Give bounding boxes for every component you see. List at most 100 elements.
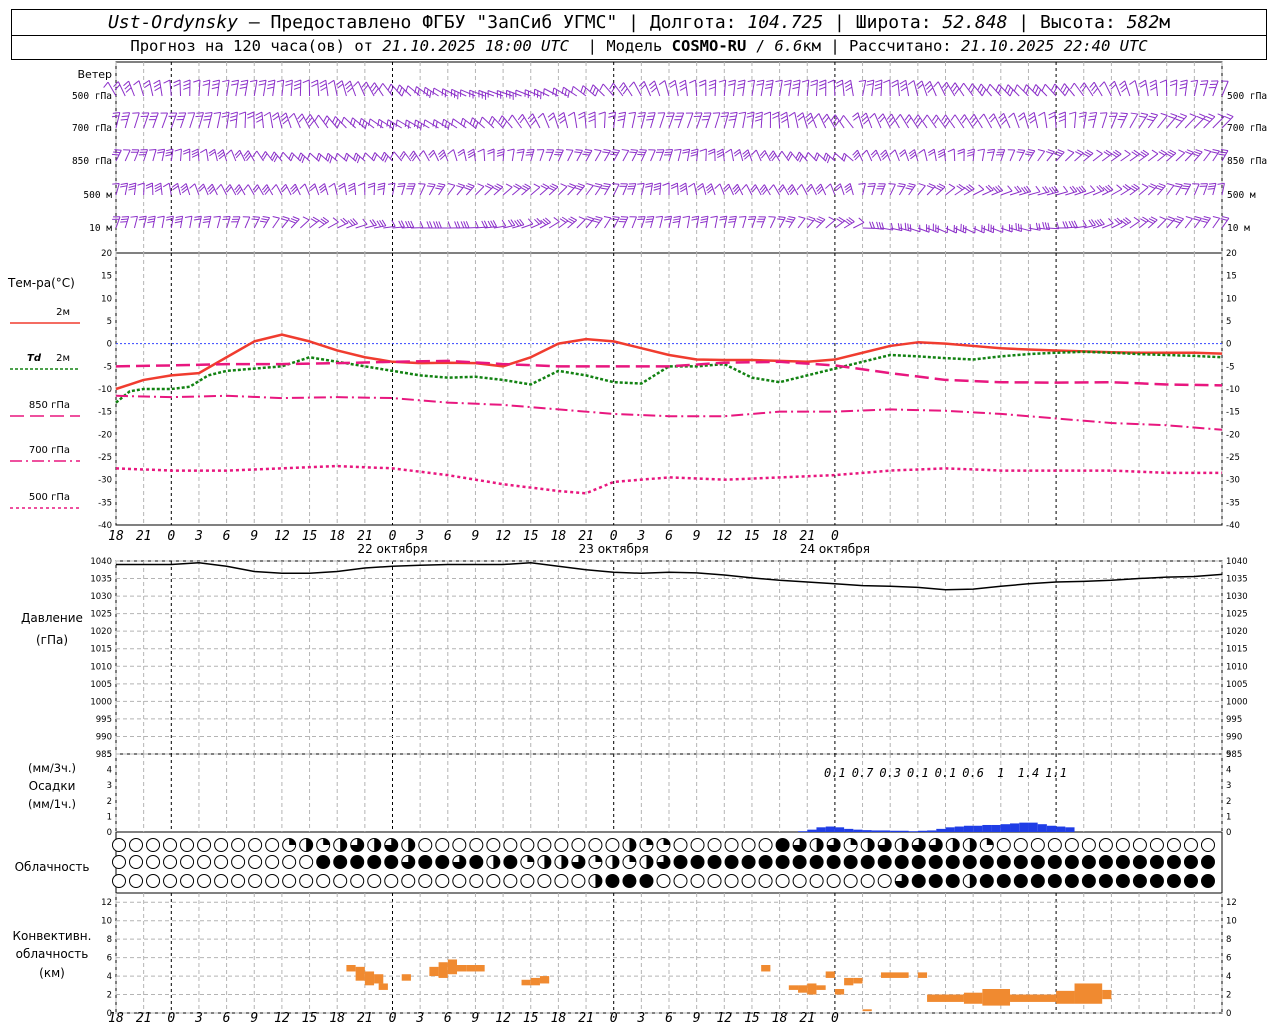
wind-barb-feather [456, 185, 464, 189]
cloud-circle [265, 855, 280, 869]
wind-barb-feather [1067, 149, 1075, 154]
wind-barb-feather [673, 218, 681, 221]
wind-barb-feather [203, 118, 211, 121]
wind-barb-feather [612, 216, 620, 218]
cloud-cover-symbol [996, 838, 1011, 852]
wind-barb-feather [397, 185, 405, 188]
temp-ytick-left: 10 [101, 294, 112, 304]
wind-barb-feather [878, 222, 882, 230]
wind-barb [1054, 112, 1057, 129]
wind-barb-feather [307, 117, 313, 124]
wind-barb-feather [928, 183, 936, 187]
wind-barb-feather [947, 148, 955, 153]
wind-barb-feather [282, 119, 289, 125]
wind-barb-feather [729, 115, 737, 118]
wind-barb [432, 149, 440, 162]
wind-barb [1212, 217, 1221, 229]
wind-barb-feather [1058, 111, 1066, 115]
wind-barb [453, 149, 458, 162]
cloud-circle [214, 855, 229, 869]
wind-barb-feather [184, 215, 193, 218]
wind-barb [133, 183, 137, 196]
wind-barb-feather [380, 151, 385, 159]
precip-ytick-left: 2 [107, 797, 112, 807]
wind-barb-feather [577, 183, 585, 187]
wind-barb-feather [1051, 83, 1056, 91]
wind-barb-feather [558, 115, 565, 121]
wind-barb [592, 84, 605, 97]
wind-barb-feather [373, 88, 379, 95]
wind-barb [502, 149, 505, 162]
wind-barb-feather [611, 151, 619, 154]
cloud-cover-symbol [1030, 855, 1045, 869]
wind-barb-feather [583, 151, 591, 154]
wind-barb-feather [465, 185, 473, 189]
wind-barb [791, 184, 799, 196]
pressure-title: Давление [21, 611, 83, 625]
cloud-cover-symbol [350, 874, 365, 888]
temp-ytick-right: -25 [1226, 453, 1240, 463]
wind-barb [650, 216, 655, 229]
wind-barb [897, 80, 900, 97]
cloud-circle [231, 838, 246, 852]
conv-ytick-right: 4 [1226, 972, 1231, 982]
wind-barb-feather [764, 86, 773, 90]
wind-barb-feather [407, 121, 410, 129]
wind-barb-feather [267, 83, 275, 86]
wind-barb-feather [327, 154, 331, 162]
wind-barb-feather [343, 153, 347, 160]
wind-barb-feather [588, 115, 596, 119]
wind-barb-feather [121, 115, 129, 118]
wind-barb-feather [559, 118, 566, 124]
wind-barb-feather [183, 151, 190, 155]
wind-barb [1110, 112, 1118, 129]
wind-barb [1138, 186, 1149, 196]
wind-barb-feather [1148, 115, 1156, 119]
precip-bar [853, 829, 863, 832]
wind-barb [277, 112, 283, 129]
cloud-cover-symbol [1047, 855, 1062, 869]
cloud-cover-symbol [503, 855, 518, 869]
wind-barb-feather [334, 118, 339, 126]
wind-barb-feather [619, 82, 624, 89]
cloud-cover-symbol [911, 874, 926, 888]
wind-barb-feather [808, 216, 816, 220]
wind-barb-feather [772, 115, 780, 119]
wind-barb [451, 88, 467, 97]
cloud-cover-symbol [809, 838, 824, 852]
temp-xtick: 0 [167, 529, 175, 544]
wind-barb [410, 183, 416, 196]
wind-barb-feather [875, 79, 882, 83]
wind-barb [815, 79, 818, 97]
conv-cloud-bar [844, 977, 854, 986]
wind-barb-feather [592, 220, 600, 224]
cloud-circle [435, 838, 450, 852]
precip-bar [1056, 826, 1066, 832]
wind-barb [357, 81, 366, 97]
cloud-fill [1082, 855, 1096, 869]
cloud-circle [197, 855, 212, 869]
precip-bar [1019, 822, 1029, 832]
cloud-cover-symbol [877, 838, 892, 852]
wind-barb-feather [464, 187, 471, 191]
wind-barb-feather [1027, 149, 1035, 152]
conv-cloud-bar [816, 985, 826, 990]
wind-barb [203, 183, 209, 196]
wind-barb-feather [205, 111, 213, 114]
wind-barb [983, 113, 993, 129]
conv-xtick: 3 [636, 1011, 645, 1024]
cloud-cover-symbol [1132, 838, 1147, 852]
wind-barb [696, 112, 703, 129]
wind-barb [677, 112, 685, 129]
wind-barb-feather [793, 79, 801, 83]
temp-xtick: 6 [665, 529, 673, 544]
wind-barb [917, 185, 926, 196]
wind-barb [148, 80, 154, 97]
cloud-cover-symbol [384, 874, 399, 888]
wind-barb-feather [1029, 118, 1036, 124]
wind-barb-feather [416, 121, 420, 129]
wind-barb-feather [407, 220, 412, 228]
wind-barb-feather [413, 119, 417, 127]
conv-cloud-bar [1056, 990, 1075, 1004]
wind-barb-feather [959, 82, 965, 90]
